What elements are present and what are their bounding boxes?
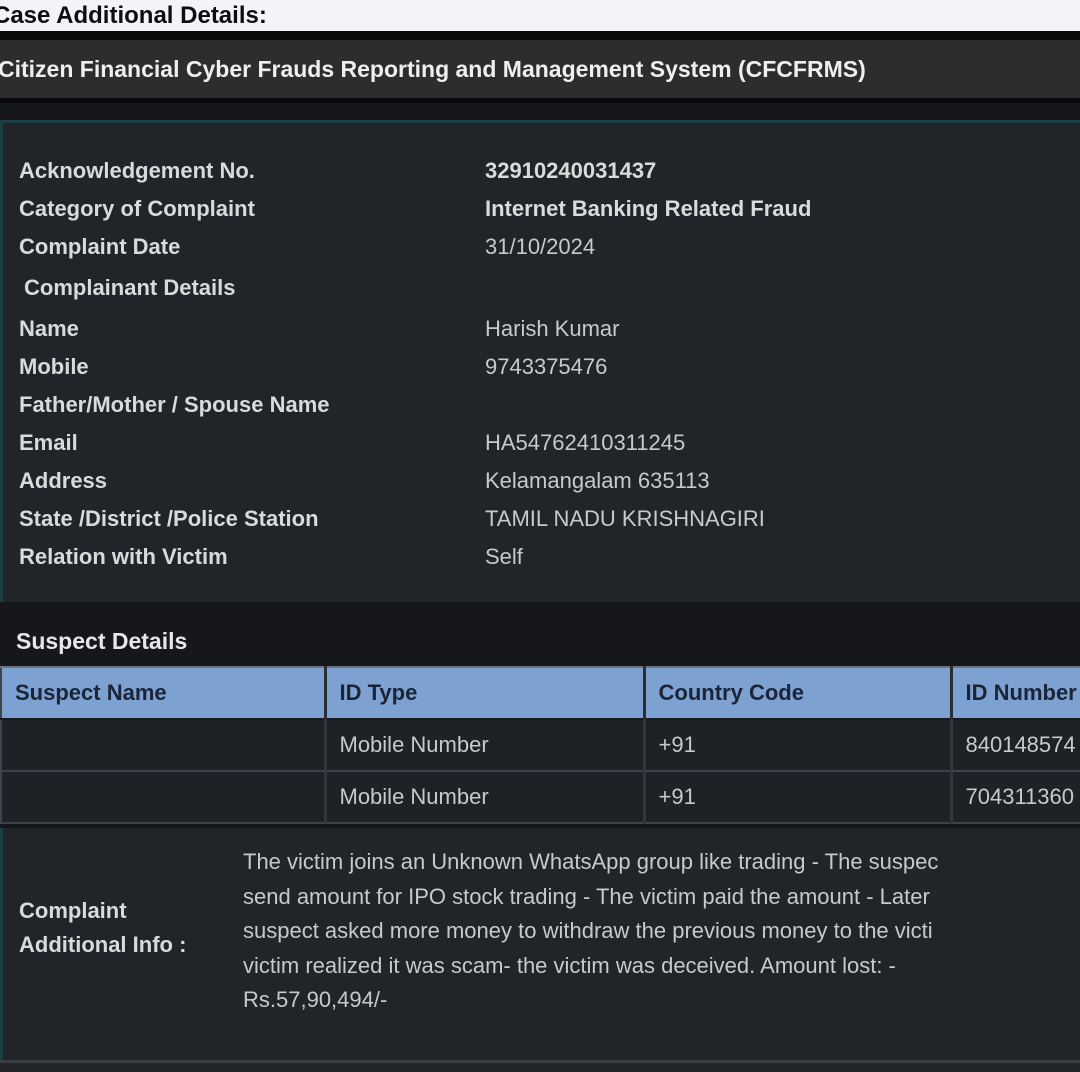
field-value: Kelamangalam 635113 <box>485 468 710 494</box>
field-label: Name <box>19 316 485 342</box>
section-subheading-row: Complainant Details <box>19 266 1080 310</box>
suspect-table-header-row: Suspect NameID TypeCountry CodeID Number <box>1 667 1080 719</box>
column-header: Country Code <box>644 667 951 719</box>
field-label: Complainant Details <box>19 275 490 301</box>
table-cell: +91 <box>644 771 951 823</box>
field-value: Self <box>485 544 523 570</box>
table-cell: 840148574 <box>951 719 1080 771</box>
info-text-line: The victim joins an Unknown WhatsApp gro… <box>243 845 938 880</box>
table-cell: +91 <box>644 719 951 771</box>
table-cell: 704311360 <box>951 771 1080 823</box>
field-row: EmailHA54762410311245 <box>19 424 1080 462</box>
field-value: HA54762410311245 <box>485 430 685 456</box>
divider <box>0 98 1080 103</box>
field-row: Relation with VictimSelf <box>19 538 1080 576</box>
field-value: 31/10/2024 <box>485 234 595 260</box>
column-header: ID Number <box>951 667 1080 719</box>
info-text-line: suspect asked more money to withdraw the… <box>243 914 938 949</box>
divider <box>0 31 1080 40</box>
field-value: TAMIL NADU KRISHNAGIRI <box>485 506 765 532</box>
table-cell <box>1 719 325 771</box>
table-row: Mobile Number+91704311360 <box>1 771 1080 823</box>
complaint-fields: Acknowledgement No.32910240031437Categor… <box>19 152 1080 576</box>
table-cell: Mobile Number <box>325 771 644 823</box>
field-value: Harish Kumar <box>485 316 619 342</box>
suspect-table: Suspect NameID TypeCountry CodeID Number… <box>0 666 1080 824</box>
info-label-line: Complaint <box>19 894 243 928</box>
complaint-additional-info-text: The victim joins an Unknown WhatsApp gro… <box>243 828 938 1060</box>
field-label: Relation with Victim <box>19 544 485 570</box>
page-title-bar: Case Additional Details: <box>0 0 1080 31</box>
field-label: Mobile <box>19 354 485 380</box>
field-label: State /District /Police Station <box>19 506 485 532</box>
suspect-table-body: Mobile Number+91840148574Mobile Number+9… <box>1 719 1080 823</box>
table-row: Mobile Number+91840148574 <box>1 719 1080 771</box>
field-value: Internet Banking Related Fraud <box>485 196 811 222</box>
field-label: Address <box>19 468 485 494</box>
field-row: Father/Mother / Spouse Name <box>19 386 1080 424</box>
field-row: Mobile9743375476 <box>19 348 1080 386</box>
suspect-details-heading: Suspect Details <box>16 628 1080 654</box>
field-label: Category of Complaint <box>19 196 485 222</box>
field-row: Category of ComplaintInternet Banking Re… <box>19 190 1080 228</box>
column-header: Suspect Name <box>1 667 325 719</box>
field-label: Acknowledgement No. <box>19 158 485 184</box>
complaint-additional-info-panel: Complaint Additional Info : The victim j… <box>0 828 1080 1060</box>
bottom-strip <box>0 1063 1080 1072</box>
page-title: Case Additional Details: <box>0 0 1080 31</box>
complaint-additional-info-label: Complaint Additional Info : <box>3 828 243 1060</box>
column-header: ID Type <box>325 667 644 719</box>
field-label: Complaint Date <box>19 234 485 260</box>
info-text-line: Rs.57,90,494/- <box>243 983 938 1018</box>
field-row: Acknowledgement No.32910240031437 <box>19 152 1080 190</box>
field-label: Email <box>19 430 485 456</box>
cfcfrms-banner: Citizen Financial Cyber Frauds Reporting… <box>0 40 1080 98</box>
field-row: State /District /Police StationTAMIL NAD… <box>19 500 1080 538</box>
field-value: 32910240031437 <box>485 158 656 184</box>
field-row: AddressKelamangalam 635113 <box>19 462 1080 500</box>
info-text-line: victim realized it was scam- the victim … <box>243 949 938 984</box>
field-row: NameHarish Kumar <box>19 310 1080 348</box>
field-label: Father/Mother / Spouse Name <box>19 392 485 418</box>
field-row: Complaint Date31/10/2024 <box>19 228 1080 266</box>
table-cell <box>1 771 325 823</box>
cfcfrms-banner-title: Citizen Financial Cyber Frauds Reporting… <box>0 40 1080 98</box>
table-cell: Mobile Number <box>325 719 644 771</box>
info-label-line: Additional Info : <box>19 928 243 962</box>
info-text-line: send amount for IPO stock trading - The … <box>243 880 938 915</box>
complaint-details-panel: Acknowledgement No.32910240031437Categor… <box>0 120 1080 602</box>
field-value: 9743375476 <box>485 354 607 380</box>
